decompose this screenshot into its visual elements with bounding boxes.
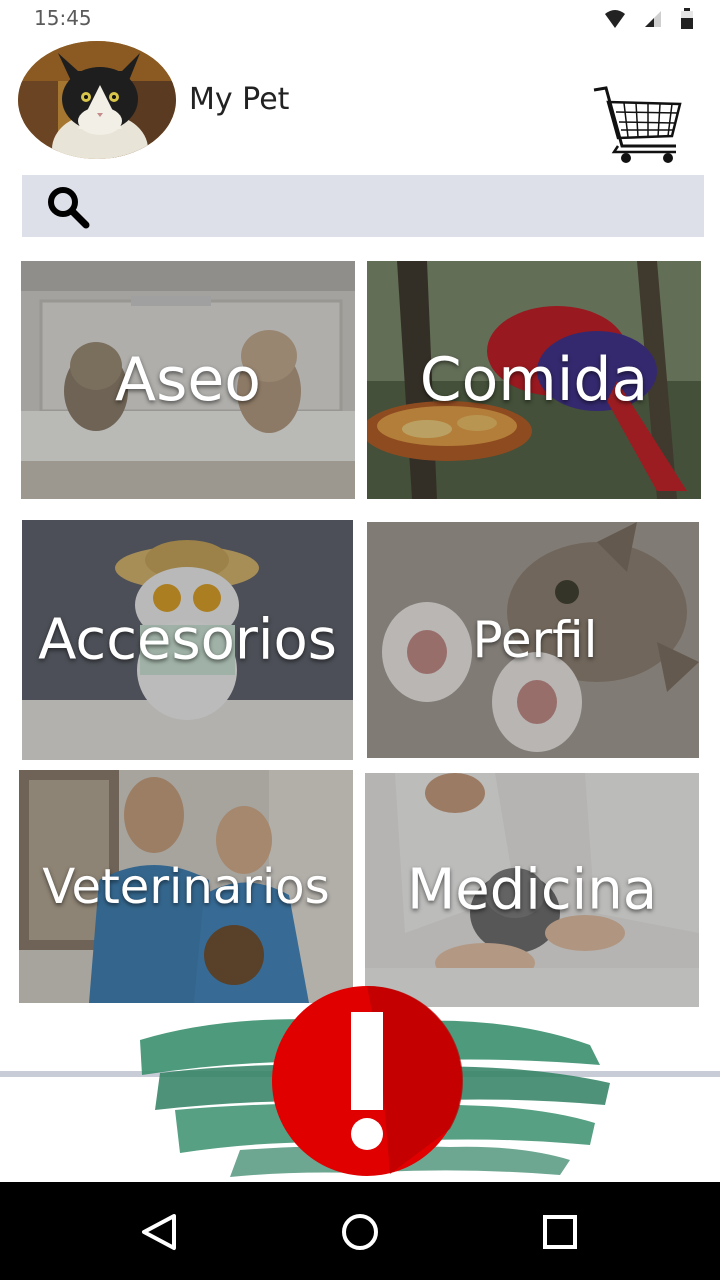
recents-square-icon[interactable]: [536, 1208, 584, 1256]
wifi-icon: [605, 10, 625, 28]
home-circle-icon[interactable]: [336, 1208, 384, 1256]
category-label-medicina: Medicina: [406, 857, 658, 923]
navigation-bar: [0, 1182, 720, 1280]
status-icons: [604, 8, 694, 30]
alert-button[interactable]: [270, 984, 464, 1178]
app-title: My Pet: [189, 82, 290, 117]
category-label-accesorios: Accesorios: [38, 607, 337, 673]
profile-avatar[interactable]: [18, 41, 176, 159]
search-input[interactable]: [108, 183, 688, 229]
category-label-perfil: Perfil: [472, 611, 598, 669]
exclamation-icon: [272, 985, 464, 1176]
back-triangle-icon[interactable]: [136, 1208, 184, 1256]
search-bar[interactable]: [22, 175, 704, 237]
category-tile-medicina[interactable]: Medicina: [365, 773, 699, 1007]
signal-icon: [645, 11, 661, 27]
category-label-veterinarios: Veterinarios: [42, 858, 330, 915]
category-tile-aseo[interactable]: Aseo: [21, 261, 355, 499]
status-bar: 15:45: [0, 0, 720, 36]
battery-icon: [681, 8, 693, 29]
shopping-cart-icon: [593, 86, 682, 163]
cat-avatar-icon: [18, 41, 176, 159]
category-label-aseo: Aseo: [115, 345, 261, 415]
category-label-comida: Comida: [419, 345, 649, 415]
category-tile-perfil[interactable]: Perfil: [367, 522, 699, 758]
category-tile-veterinarios[interactable]: Veterinarios: [19, 770, 353, 1003]
category-tile-accesorios[interactable]: Accesorios: [22, 520, 353, 760]
status-time: 15:45: [34, 6, 92, 30]
search-icon[interactable]: [44, 183, 92, 231]
category-tile-comida[interactable]: Comida: [367, 261, 701, 499]
shopping-cart-button[interactable]: [588, 82, 684, 168]
